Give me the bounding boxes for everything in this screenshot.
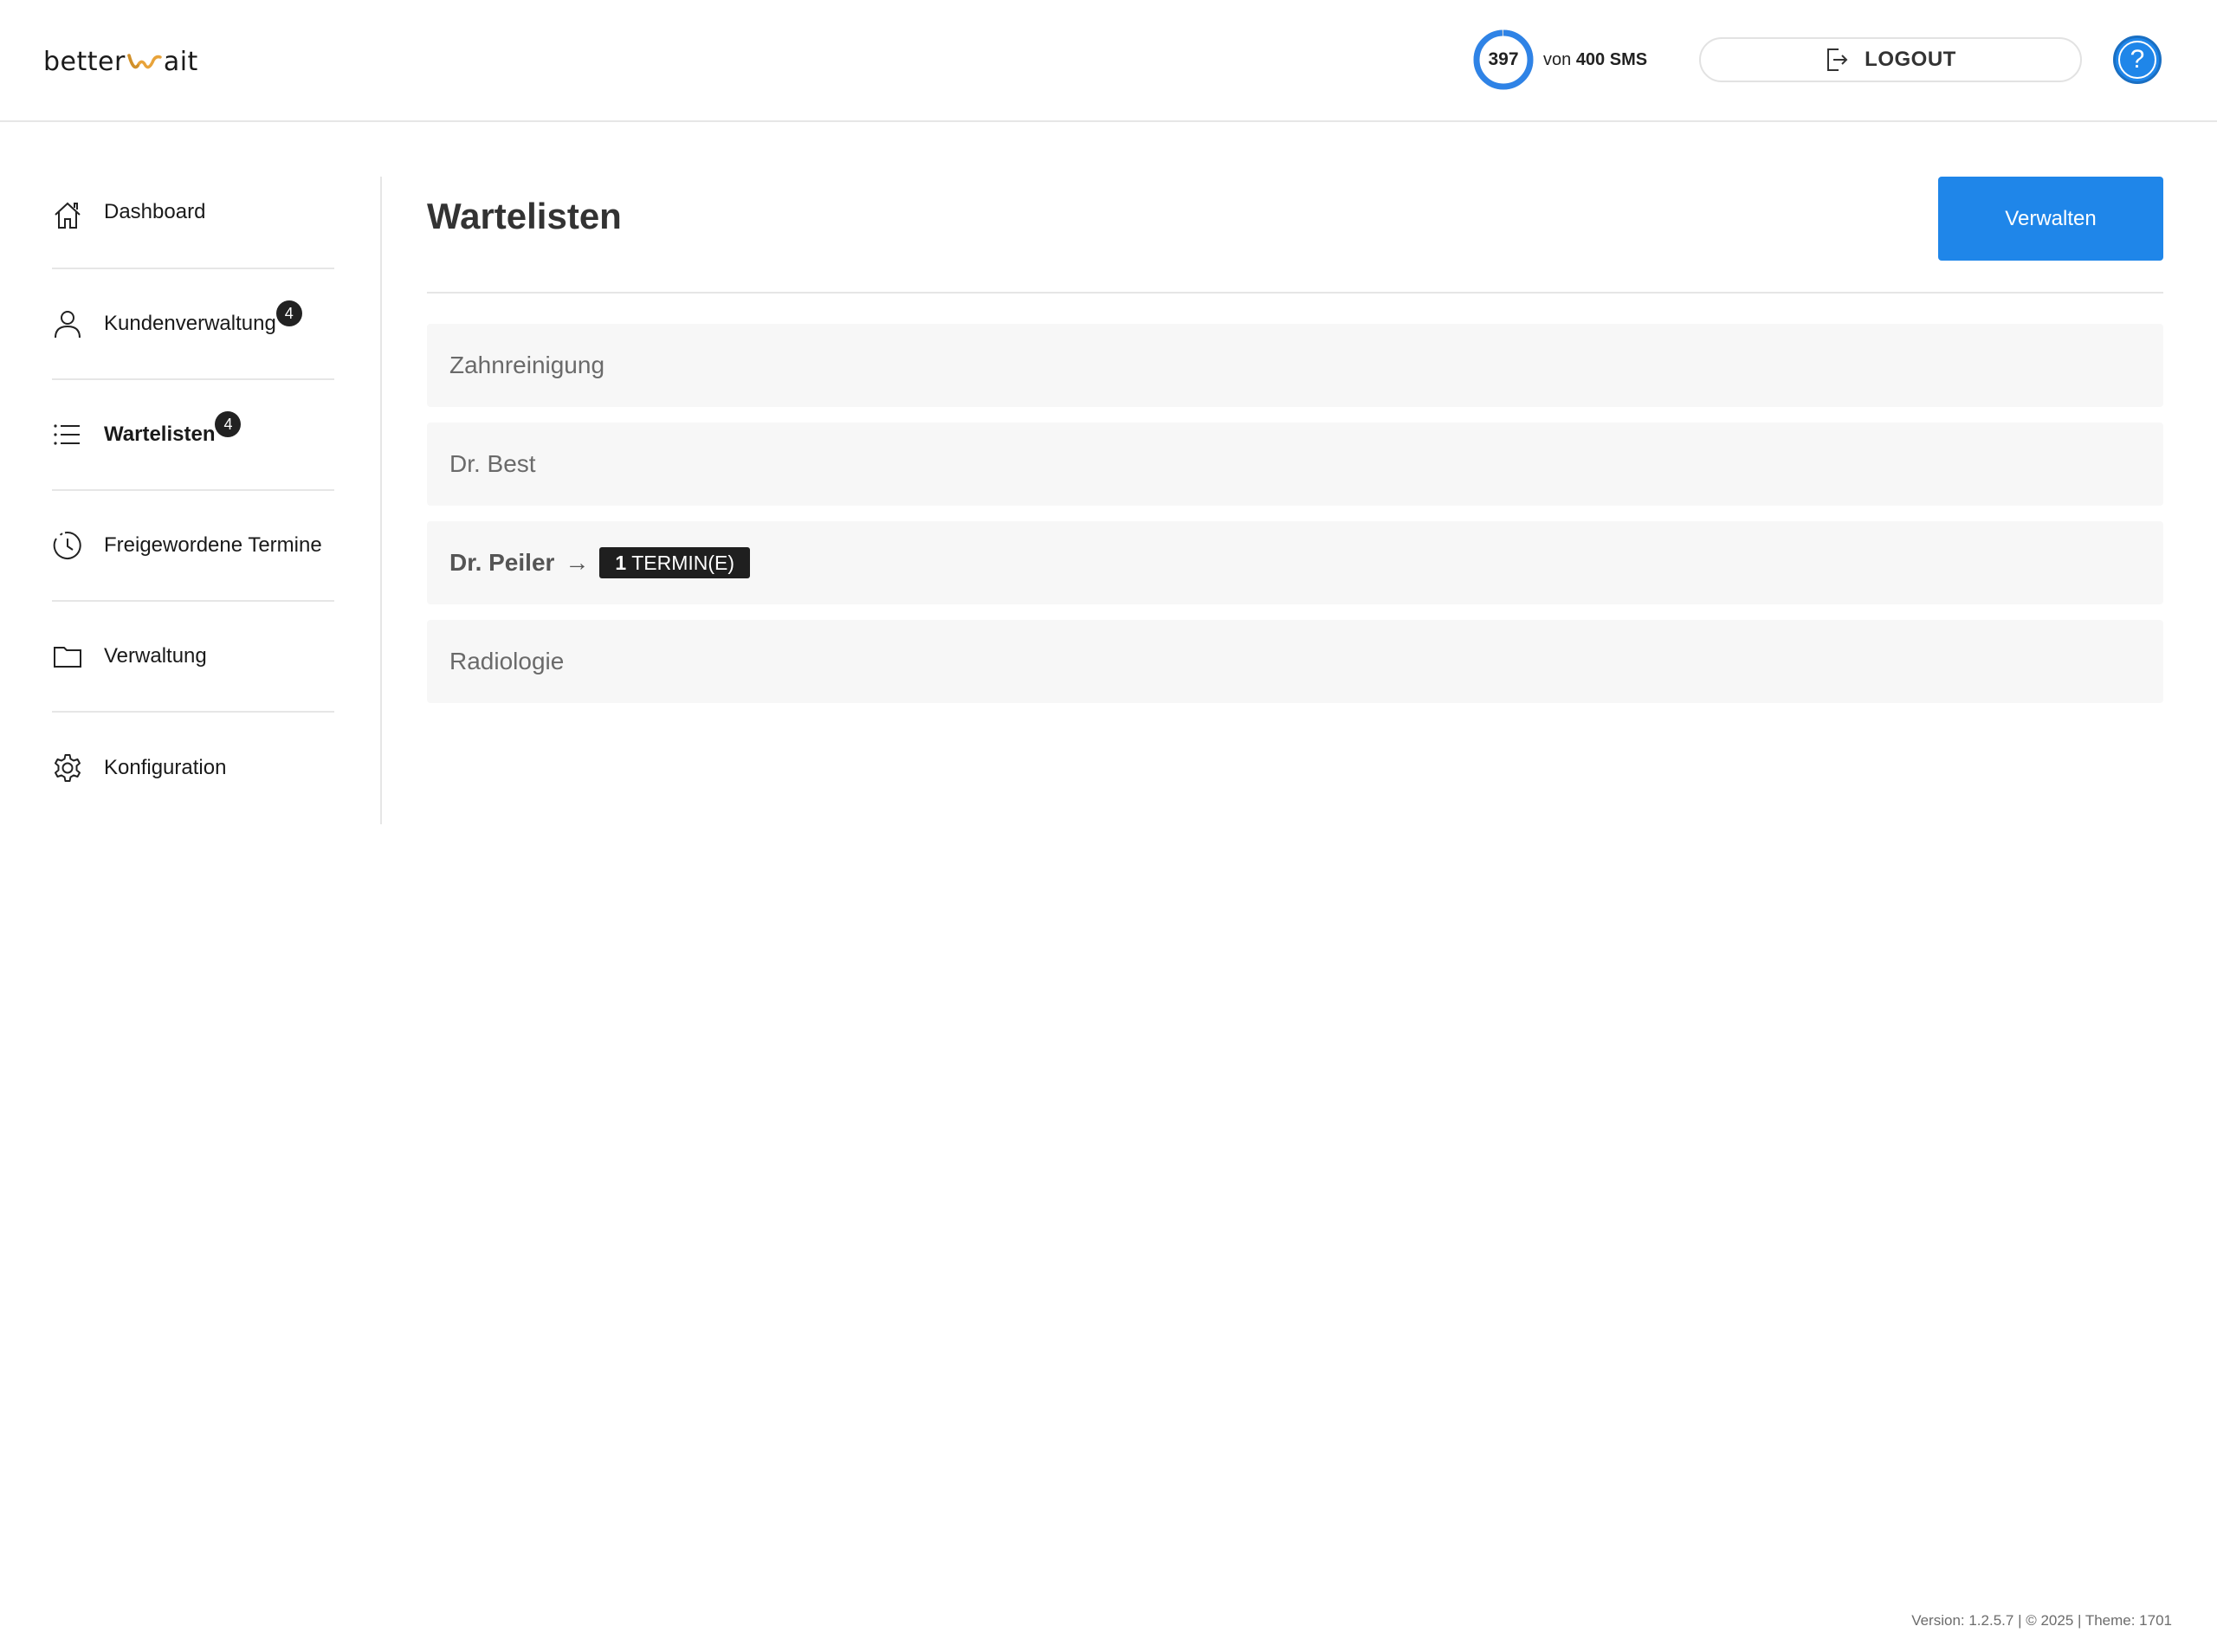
waitlist-item-dr-best[interactable]: Dr. Best xyxy=(427,423,2163,506)
sidebar-item-label: Wartelisten xyxy=(104,423,216,446)
sms-counter: 397 von 400 SMS xyxy=(1472,29,1647,91)
waitlist-item-zahnreinigung[interactable]: Zahnreinigung xyxy=(427,324,2163,407)
logout-label: LOGOUT xyxy=(1865,48,1956,71)
title-divider xyxy=(427,292,2163,294)
sidebar-item-label: Freigewordene Termine xyxy=(104,533,322,557)
sms-total: 400 SMS xyxy=(1575,49,1648,69)
list-icon xyxy=(54,424,80,445)
logo[interactable]: better ait xyxy=(43,40,198,83)
sidebar-item-wartelisten[interactable]: Wartelisten 4 xyxy=(52,380,334,491)
waitlist-list: Zahnreinigung Dr. Best Dr. Peiler → 1 TE… xyxy=(427,324,2163,719)
sidebar-item-label: Kundenverwaltung xyxy=(104,312,276,335)
logo-text-left: better xyxy=(43,46,126,77)
termin-count-badge: 1 TERMIN(E) xyxy=(599,547,751,578)
sidebar-item-freigewordene-termine[interactable]: Freigewordene Termine xyxy=(52,491,334,602)
help-button[interactable]: ? xyxy=(2113,35,2162,84)
sidebar-item-label: Verwaltung xyxy=(104,644,207,668)
user-icon xyxy=(55,311,81,339)
termin-count: 1 xyxy=(615,551,627,574)
sidebar-item-verwaltung[interactable]: Verwaltung xyxy=(52,602,334,713)
clock-history-icon xyxy=(53,532,81,559)
sms-used-count: 397 xyxy=(1488,49,1519,69)
waitlist-item-radiologie[interactable]: Radiologie xyxy=(427,620,2163,703)
sidebar-item-label: Dashboard xyxy=(104,200,206,223)
logout-icon xyxy=(1827,48,1848,71)
waitlist-name: Radiologie xyxy=(449,648,565,674)
page-title: Wartelisten xyxy=(427,196,622,236)
logo-text-right: ait xyxy=(163,46,198,77)
help-icon: ? xyxy=(2118,41,2156,79)
waitlist-name: Dr. Best xyxy=(449,450,536,477)
waitlist-name: Dr. Peiler xyxy=(449,549,555,576)
termin-label: TERMIN(E) xyxy=(631,551,735,574)
sidebar-item-konfiguration[interactable]: Konfiguration xyxy=(52,713,334,823)
version-footer: Version: 1.2.5.7 | © 2025 | Theme: 1701 xyxy=(1911,1612,2172,1629)
notification-badge: 4 xyxy=(275,300,302,326)
arrow-right-icon: → xyxy=(565,549,590,576)
help-glyph: ? xyxy=(2130,45,2145,74)
gear-icon xyxy=(55,754,81,782)
home-icon xyxy=(55,202,81,229)
logout-button[interactable]: LOGOUT xyxy=(1699,37,2082,82)
folder-icon xyxy=(54,647,81,668)
notification-badge: 4 xyxy=(215,411,242,437)
sidebar-item-dashboard[interactable]: Dashboard xyxy=(52,177,334,269)
sidebar-nav: Dashboard Kundenverwaltung 4 Wartelisten… xyxy=(52,177,334,823)
sms-progress-ring: 397 xyxy=(1472,29,1535,91)
manage-button[interactable]: Verwalten xyxy=(1938,177,2163,261)
sidebar-item-label: Konfiguration xyxy=(104,756,227,779)
waitlist-item-dr-peiler[interactable]: Dr. Peiler → 1 TERMIN(E) xyxy=(427,521,2163,604)
top-bar: better ait 397 von 400 SMS LOGOUT ? xyxy=(0,0,2217,122)
logo-w-mark-icon xyxy=(127,54,162,69)
sidebar-divider xyxy=(380,177,382,824)
sms-von: von xyxy=(1543,49,1572,69)
waitlist-name: Zahnreinigung xyxy=(449,352,605,378)
sms-total-label: von 400 SMS xyxy=(1543,50,1647,70)
sidebar-item-kundenverwaltung[interactable]: Kundenverwaltung 4 xyxy=(52,269,334,380)
